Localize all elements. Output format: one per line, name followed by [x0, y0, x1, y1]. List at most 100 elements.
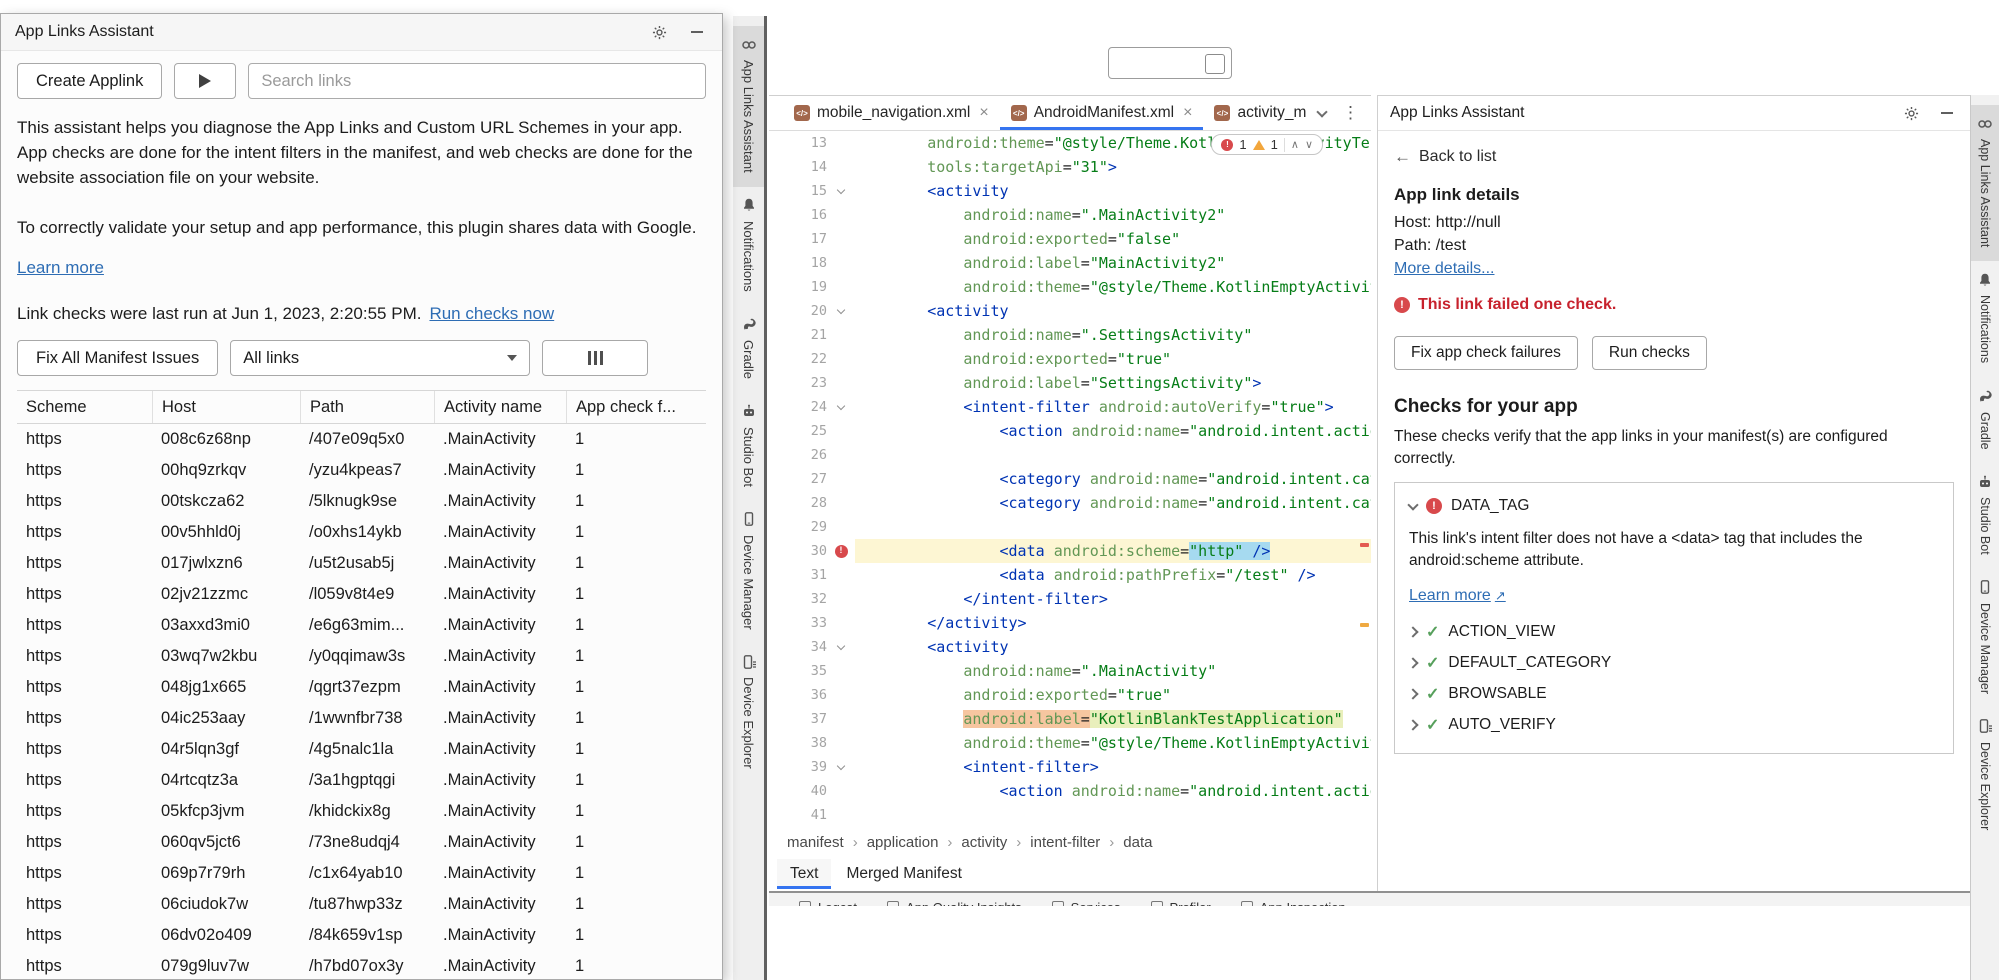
code-line-20[interactable]: 20 <activity [769, 299, 1371, 323]
table-row[interactable]: https060qv5jct6/73ne8udqj4.MainActivity1 [17, 827, 706, 858]
code-line-33[interactable]: 33 </activity> [769, 611, 1371, 635]
code-line-15[interactable]: 15 <activity [769, 179, 1371, 203]
close-tab-icon[interactable]: × [1183, 104, 1192, 122]
tool-window-tab-gradle[interactable]: Gradle [1971, 378, 1999, 464]
fold-icon[interactable] [837, 185, 845, 193]
code-line-18[interactable]: 18 android:label="MainActivity2" [769, 251, 1371, 275]
run-checks-button[interactable]: Run checks [1592, 336, 1707, 370]
tool-window-tab-studio-bot[interactable]: Studio Bot [1971, 463, 1999, 569]
table-row[interactable]: https00v5hhld0j/o0xhs14ykb.MainActivity1 [17, 517, 706, 548]
tool-window-tab-app-links-assistant[interactable]: App Links Assistant [1971, 105, 1999, 261]
run-link-checks-button[interactable] [174, 63, 236, 99]
code-line-24[interactable]: 24 <intent-filter android:autoVerify="tr… [769, 395, 1371, 419]
table-row[interactable]: https00tskcza62/5lknugk9se.MainActivity1 [17, 486, 706, 517]
code-line-38[interactable]: 38 android:theme="@style/Theme.KotlinEmp… [769, 731, 1371, 755]
code-line-26[interactable]: 26 [769, 443, 1371, 467]
code-line-41[interactable]: 41 [769, 803, 1371, 827]
breadcrumb-manifest[interactable]: manifest [787, 834, 844, 851]
gutter-error-icon[interactable]: ! [835, 545, 848, 558]
table-row[interactable]: https04r5lqn3gf/4g5nalc1la.MainActivity1 [17, 734, 706, 765]
column-header-activity-name[interactable]: Activity name [434, 391, 566, 423]
fold-icon[interactable] [837, 305, 845, 313]
table-row[interactable]: https04ic253aay/1wwnfbr738.MainActivity1 [17, 703, 706, 734]
tool-window-tab-app-links-assistant[interactable]: App Links Assistant [733, 26, 764, 187]
table-row[interactable]: https03wq7w2kbu/y0qqimaw3s.MainActivity1 [17, 641, 706, 672]
tool-button-services[interactable]: Services [1052, 893, 1121, 906]
column-header-app-check-f-[interactable]: App check f... [566, 391, 706, 423]
code-line-21[interactable]: 21 android:name=".SettingsActivity" [769, 323, 1371, 347]
code-line-35[interactable]: 35 android:name=".MainActivity" [769, 659, 1371, 683]
check-learn-more-link[interactable]: Learn more ↗ [1409, 587, 1506, 605]
tool-window-tab-gradle[interactable]: Gradle [733, 306, 764, 393]
code-line-16[interactable]: 16 android:name=".MainActivity2" [769, 203, 1371, 227]
code-line-40[interactable]: 40 <action android:name="android.intent.… [769, 779, 1371, 803]
code-line-36[interactable]: 36 android:exported="true" [769, 683, 1371, 707]
tool-window-tab-device-explorer[interactable]: Device Explorer [1971, 708, 1999, 844]
breadcrumb-application[interactable]: application [867, 834, 939, 851]
table-row[interactable]: https02jv21zzmc/l059v8t4e9.MainActivity1 [17, 579, 706, 610]
column-header-host[interactable]: Host [152, 391, 300, 423]
table-row[interactable]: https06dv02o409/84k659v1sp.MainActivity1 [17, 920, 706, 951]
table-row[interactable]: https00hq9zrkqv/yzu4kpeas7.MainActivity1 [17, 455, 706, 486]
code-line-23[interactable]: 23 android:label="SettingsActivity"> [769, 371, 1371, 395]
table-row[interactable]: https05kfcp3jvm/khidckix8g.MainActivity1 [17, 796, 706, 827]
column-header-scheme[interactable]: Scheme [17, 391, 152, 423]
check-item-data-tag[interactable]: ! DATA_TAG [1409, 497, 1939, 515]
code-line-25[interactable]: 25 <action android:name="android.intent.… [769, 419, 1371, 443]
table-row[interactable]: https079g9luv7w/h7bd07ox3y.MainActivity1 [17, 951, 706, 980]
code-line-29[interactable]: 29 [769, 515, 1371, 539]
hidden-tabs-chevron-icon[interactable] [1316, 106, 1327, 117]
code-line-30[interactable]: 30! <data android:scheme="http" /> [769, 539, 1371, 563]
table-row[interactable]: https048jg1x665/qgrt37ezpm.MainActivity1 [17, 672, 706, 703]
code-line-27[interactable]: 27 <category android:name="android.inten… [769, 467, 1371, 491]
table-row[interactable]: https06ciudok7w/tu87hwp33z.MainActivity1 [17, 889, 706, 920]
tool-window-tab-notifications[interactable]: Notifications [1971, 261, 1999, 377]
editor-tab-mobile-navigation-xml[interactable]: </>mobile_navigation.xml× [783, 96, 1000, 130]
search-links-input[interactable] [248, 63, 706, 99]
tool-button-logcat[interactable]: Logcat [799, 893, 857, 906]
minimize-icon[interactable] [686, 21, 708, 43]
fix-all-manifest-issues-button[interactable]: Fix All Manifest Issues [17, 340, 218, 376]
table-row[interactable]: https008c6z68np/407e09q5x0.MainActivity1 [17, 424, 706, 455]
learn-more-link[interactable]: Learn more [17, 258, 104, 277]
tool-window-tab-device-manager[interactable]: Device Manager [1971, 569, 1999, 708]
code-line-19[interactable]: 19 android:theme="@style/Theme.KotlinEmp… [769, 275, 1371, 299]
code-line-31[interactable]: 31 <data android:pathPrefix="/test" /> [769, 563, 1371, 587]
gear-icon[interactable] [1900, 102, 1922, 124]
fix-app-check-failures-button[interactable]: Fix app check failures [1394, 336, 1578, 370]
bottom-tab-text[interactable]: Text [777, 859, 831, 889]
next-issue-icon[interactable]: ∨ [1305, 138, 1313, 151]
code-line-28[interactable]: 28 <category android:name="android.inten… [769, 491, 1371, 515]
breadcrumb-activity[interactable]: activity [961, 834, 1007, 851]
fold-icon[interactable] [837, 401, 845, 409]
more-details-link[interactable]: More details... [1394, 260, 1494, 278]
tool-window-tab-notifications[interactable]: Notifications [733, 187, 764, 306]
editor-tab-activity-m[interactable]: </>activity_m [1203, 96, 1317, 130]
code-line-34[interactable]: 34 <activity [769, 635, 1371, 659]
breadcrumb-intent-filter[interactable]: intent-filter [1030, 834, 1100, 851]
code-line-14[interactable]: 14 tools:targetApi="31"> [769, 155, 1371, 179]
bottom-tab-merged-manifest[interactable]: Merged Manifest [833, 859, 974, 889]
create-applink-button[interactable]: Create Applink [17, 63, 162, 99]
tool-button-profiler[interactable]: Profiler [1151, 893, 1211, 906]
code-line-32[interactable]: 32 </intent-filter> [769, 587, 1371, 611]
code-line-22[interactable]: 22 android:exported="true" [769, 347, 1371, 371]
table-row[interactable]: https04rtcqtz3a/3a1hgptqgi.MainActivity1 [17, 765, 706, 796]
tool-button-app-inspection[interactable]: App Inspection [1241, 893, 1346, 906]
editor-tab-androidmanifest-xml[interactable]: </>AndroidManifest.xml× [1000, 96, 1204, 130]
close-tab-icon[interactable]: × [979, 104, 988, 122]
check-item-default-category[interactable]: ✓DEFAULT_CATEGORY [1409, 653, 1939, 673]
tool-window-tab-studio-bot[interactable]: Studio Bot [733, 393, 764, 501]
inspection-widget[interactable]: ! 1 1 ∧ ∨ [1211, 134, 1323, 155]
fold-icon[interactable] [837, 641, 845, 649]
column-header-path[interactable]: Path [300, 391, 434, 423]
code-line-17[interactable]: 17 android:exported="false" [769, 227, 1371, 251]
tool-button-app-quality-insights[interactable]: App Quality Insights [887, 893, 1022, 906]
gear-icon[interactable] [648, 21, 670, 43]
tab-options-kebab-icon[interactable]: ⋮ [1342, 103, 1359, 123]
check-item-auto-verify[interactable]: ✓AUTO_VERIFY [1409, 715, 1939, 735]
table-row[interactable]: https017jwlxzn6/u5t2usab5j.MainActivity1 [17, 548, 706, 579]
check-item-browsable[interactable]: ✓BROWSABLE [1409, 684, 1939, 704]
tool-window-tab-device-manager[interactable]: Device Manager [733, 501, 764, 644]
table-row[interactable]: https069p7r79rh/c1x64yab10.MainActivity1 [17, 858, 706, 889]
